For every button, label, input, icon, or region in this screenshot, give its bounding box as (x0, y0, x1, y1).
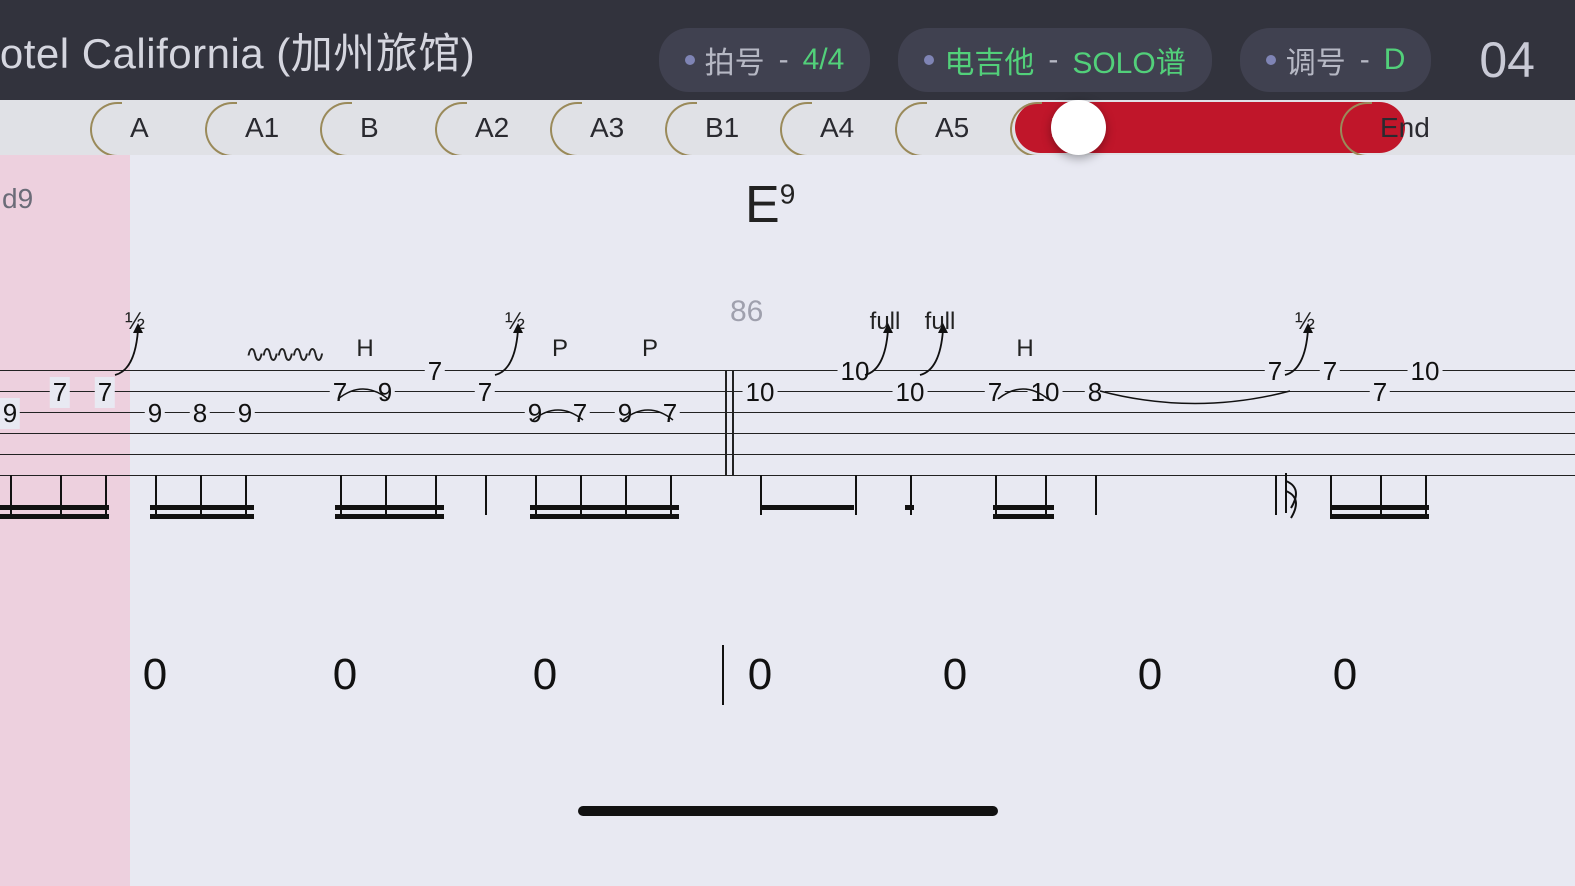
technique-label: H (1016, 335, 1033, 363)
fret-number: 9 (0, 398, 20, 429)
key-pill[interactable]: 调号 - D (1240, 28, 1432, 92)
bass-note: 0 (143, 650, 167, 700)
dot-icon (1266, 55, 1276, 65)
fret-number: 7 (425, 356, 445, 387)
song-title: lotel California (加州旅馆) (0, 20, 475, 81)
fret-number: 10 (1408, 356, 1443, 387)
metadata-pills: 拍号 - 4/4 电吉他 - SOLO谱 调号 - D 04 (659, 28, 1535, 92)
fret-number: 10 (743, 377, 778, 408)
fret-number: 9 (145, 398, 165, 429)
track-value: SOLO谱 (1072, 38, 1185, 82)
bass-note: 0 (333, 650, 357, 700)
section-tab-b[interactable]: B (330, 100, 409, 155)
bass-note: 0 (943, 650, 967, 700)
measure-number: 86 (730, 295, 763, 329)
section-tab-b1[interactable]: B1 (675, 100, 769, 155)
played-region (0, 155, 130, 886)
track-pill[interactable]: 电吉他 - SOLO谱 (898, 28, 1211, 92)
bend-arrow-icon (110, 315, 160, 385)
key-label: 调号 (1286, 38, 1346, 82)
section-tab-a4[interactable]: A4 (790, 100, 884, 155)
note-flag-icon (1283, 473, 1309, 523)
section-tab-a1[interactable]: A1 (215, 100, 309, 155)
home-indicator[interactable] (578, 806, 998, 816)
bend-arrow-icon (490, 315, 540, 385)
tempo-label: 拍号 (705, 38, 765, 82)
bar-counter: 04 (1479, 31, 1535, 89)
dot-icon (685, 55, 695, 65)
fret-number: 7 (50, 377, 70, 408)
bend-arrow-icon (860, 315, 910, 385)
technique-label: H (356, 335, 373, 363)
section-tab-a[interactable]: A (100, 100, 179, 155)
dot-icon (924, 55, 934, 65)
bass-note: 0 (748, 650, 772, 700)
section-tab-end[interactable]: End (1350, 100, 1460, 155)
vibrato-icon: ∿∿∿∿∿ (245, 340, 321, 369)
playhead-knob[interactable] (1051, 100, 1106, 155)
key-value: D (1384, 43, 1406, 77)
chord-label-right: E9 (745, 175, 795, 235)
fret-number: 7 (1370, 377, 1390, 408)
bass-note: 0 (1333, 650, 1357, 700)
fret-number: 9 (235, 398, 255, 429)
section-tab-a5[interactable]: A5 (905, 100, 999, 155)
technique-label: P (642, 335, 658, 363)
app-header: lotel California (加州旅馆) 拍号 - 4/4 电吉他 - S… (0, 0, 1575, 100)
section-bar[interactable]: AA1BA2A3B1A4A5BEnd (0, 100, 1575, 155)
fret-number: 8 (190, 398, 210, 429)
section-tab-a3[interactable]: A3 (560, 100, 654, 155)
fret-number: 7 (1320, 356, 1340, 387)
tempo-value: 4/4 (803, 43, 845, 77)
chord-label-left: d9 (2, 183, 33, 215)
bass-note: 0 (1138, 650, 1162, 700)
section-tab-a2[interactable]: A2 (445, 100, 539, 155)
bend-arrow-icon (915, 315, 965, 385)
track-label: 电吉他 (944, 38, 1034, 82)
technique-label: P (552, 335, 568, 363)
section-tabs[interactable]: AA1BA2A3B1A4A5BEnd (0, 100, 1575, 155)
tempo-pill[interactable]: 拍号 - 4/4 (659, 28, 871, 92)
score-area[interactable]: d9 E9 86 977½98979H77½97P97P1010full10fu… (0, 155, 1575, 886)
bass-note: 0 (533, 650, 557, 700)
